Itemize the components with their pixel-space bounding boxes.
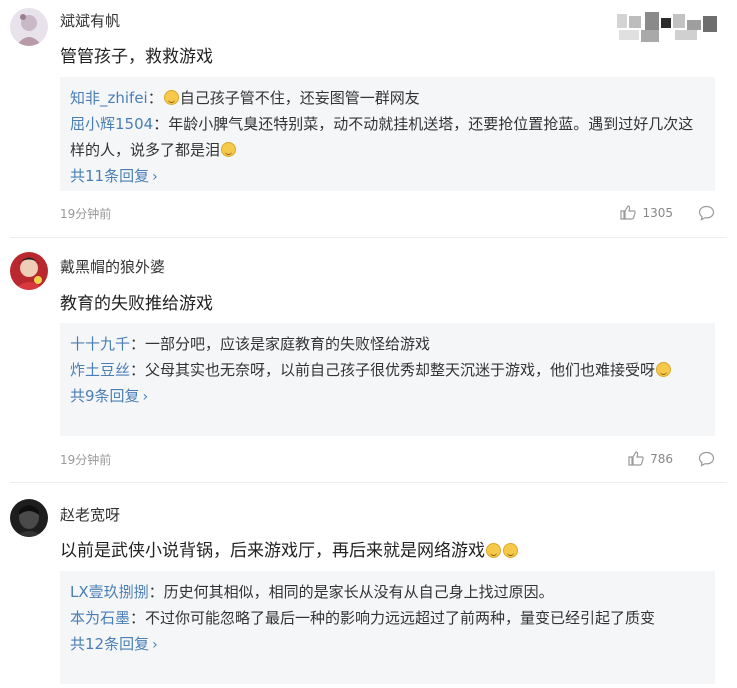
like-button[interactable]: 786 bbox=[628, 451, 673, 466]
timestamp: 19分钟前 bbox=[60, 453, 112, 467]
comment-meta: 19分钟前 786 bbox=[60, 451, 715, 469]
reply-text: 父母其实也无奈呀，以前自己孩子很优秀却整天沉迷于游戏，他们也难接受呀 bbox=[145, 361, 656, 379]
avatar[interactable] bbox=[10, 499, 48, 537]
reply-text: 不过你可能忽略了最后一种的影响力远远超过了前两种，量变已经引起了质变 bbox=[145, 609, 656, 627]
reply-box: LX壹玖捌捌：历史何其相似，相同的是家长从没有从自己身上找过原因。 本为石墨：不… bbox=[60, 571, 715, 684]
username[interactable]: 斌斌有帆 bbox=[60, 10, 120, 31]
comment-text: 教育的失败推给游戏 bbox=[60, 294, 213, 314]
view-more-replies-link[interactable]: 共12条回复 › bbox=[70, 631, 158, 658]
reply-text: 一部分吧，应该是家庭教育的失败怪给游戏 bbox=[145, 335, 431, 353]
reply-item: 屈小辉1504：年龄小脾气臭还特别菜，动不动就挂机送塔，还要抢位置抢蓝。遇到过好… bbox=[70, 115, 694, 159]
thumbs-up-icon bbox=[628, 451, 644, 466]
smiley-emoji-icon bbox=[503, 543, 518, 558]
reply-username[interactable]: 本为石墨 bbox=[70, 609, 130, 627]
comment-item: 斌斌有帆 管管孩子，救救游戏 知非_zhifei： 自己孩子管不住，还妄图管一群网… bbox=[0, 0, 737, 236]
smiley-emoji-icon bbox=[486, 543, 501, 558]
smiley-emoji-icon bbox=[163, 90, 179, 105]
comment-bubble-icon[interactable] bbox=[698, 451, 715, 467]
comment-item: 戴黑帽的狼外婆 教育的失败推给游戏 十十九千：一部分吧，应该是家庭教育的失败怪给… bbox=[0, 238, 737, 482]
avatar[interactable] bbox=[10, 8, 48, 46]
like-count: 786 bbox=[650, 451, 673, 466]
username[interactable]: 赵老宽呀 bbox=[60, 504, 120, 525]
reply-text: 历史何其相似，相同的是家长从没有从自己身上找过原因。 bbox=[163, 583, 554, 601]
reply-item: 知非_zhifei： 自己孩子管不住，还妄图管一群网友 bbox=[70, 89, 420, 107]
smiley-emoji-icon bbox=[221, 142, 237, 157]
comment-item: 赵老宽呀 以前是武侠小说背锅，后来游戏厅，再后来就是网络游戏 LX壹玖捌捌：历史… bbox=[0, 483, 737, 688]
reply-text: 自己孩子管不住，还妄图管一群网友 bbox=[179, 89, 420, 107]
chevron-right-icon: › bbox=[152, 637, 158, 653]
avatar[interactable] bbox=[10, 252, 48, 290]
reply-box: 十十九千：一部分吧，应该是家庭教育的失败怪给游戏 炸土豆丝：父母其实也无奈呀，以… bbox=[60, 323, 715, 436]
like-count: 1305 bbox=[642, 205, 673, 220]
thumbs-up-icon bbox=[620, 205, 637, 220]
chevron-right-icon: › bbox=[152, 169, 158, 185]
comment-text: 以前是武侠小说背锅，后来游戏厅，再后来就是网络游戏 bbox=[60, 536, 519, 561]
username[interactable]: 戴黑帽的狼外婆 bbox=[60, 256, 165, 277]
reply-username[interactable]: 十十九千 bbox=[70, 335, 130, 353]
reply-username[interactable]: 炸土豆丝 bbox=[70, 361, 130, 379]
view-more-replies-link[interactable]: 共9条回复 › bbox=[70, 383, 148, 410]
reply-item: 十十九千：一部分吧，应该是家庭教育的失败怪给游戏 bbox=[70, 335, 431, 353]
comment-bubble-icon[interactable] bbox=[698, 205, 715, 221]
reply-item: 本为石墨：不过你可能忽略了最后一种的影响力远远超过了前两种，量变已经引起了质变 bbox=[70, 609, 656, 627]
reply-username[interactable]: LX壹玖捌捌 bbox=[70, 583, 149, 601]
timestamp: 19分钟前 bbox=[60, 207, 112, 221]
reply-box: 知非_zhifei： 自己孩子管不住，还妄图管一群网友 屈小辉1504：年龄小脾气… bbox=[60, 77, 715, 191]
like-button[interactable]: 1305 bbox=[620, 205, 673, 220]
chevron-right-icon: › bbox=[142, 389, 149, 405]
comment-text: 管管孩子，救救游戏 bbox=[60, 47, 213, 67]
reply-item: 炸土豆丝：父母其实也无奈呀，以前自己孩子很优秀却整天沉迷于游戏，他们也难接受呀 bbox=[70, 357, 705, 383]
reply-item: LX壹玖捌捌：历史何其相似，相同的是家长从没有从自己身上找过原因。 bbox=[70, 583, 554, 601]
smiley-emoji-icon bbox=[656, 362, 672, 377]
blurred-image-thumbnail bbox=[615, 10, 725, 44]
view-more-replies-link[interactable]: 共11条回复 › bbox=[70, 163, 158, 190]
comment-meta: 19分钟前 1305 bbox=[60, 205, 715, 223]
reply-username[interactable]: 屈小辉1504 bbox=[70, 115, 153, 133]
reply-username[interactable]: 知非_zhifei bbox=[70, 89, 148, 107]
